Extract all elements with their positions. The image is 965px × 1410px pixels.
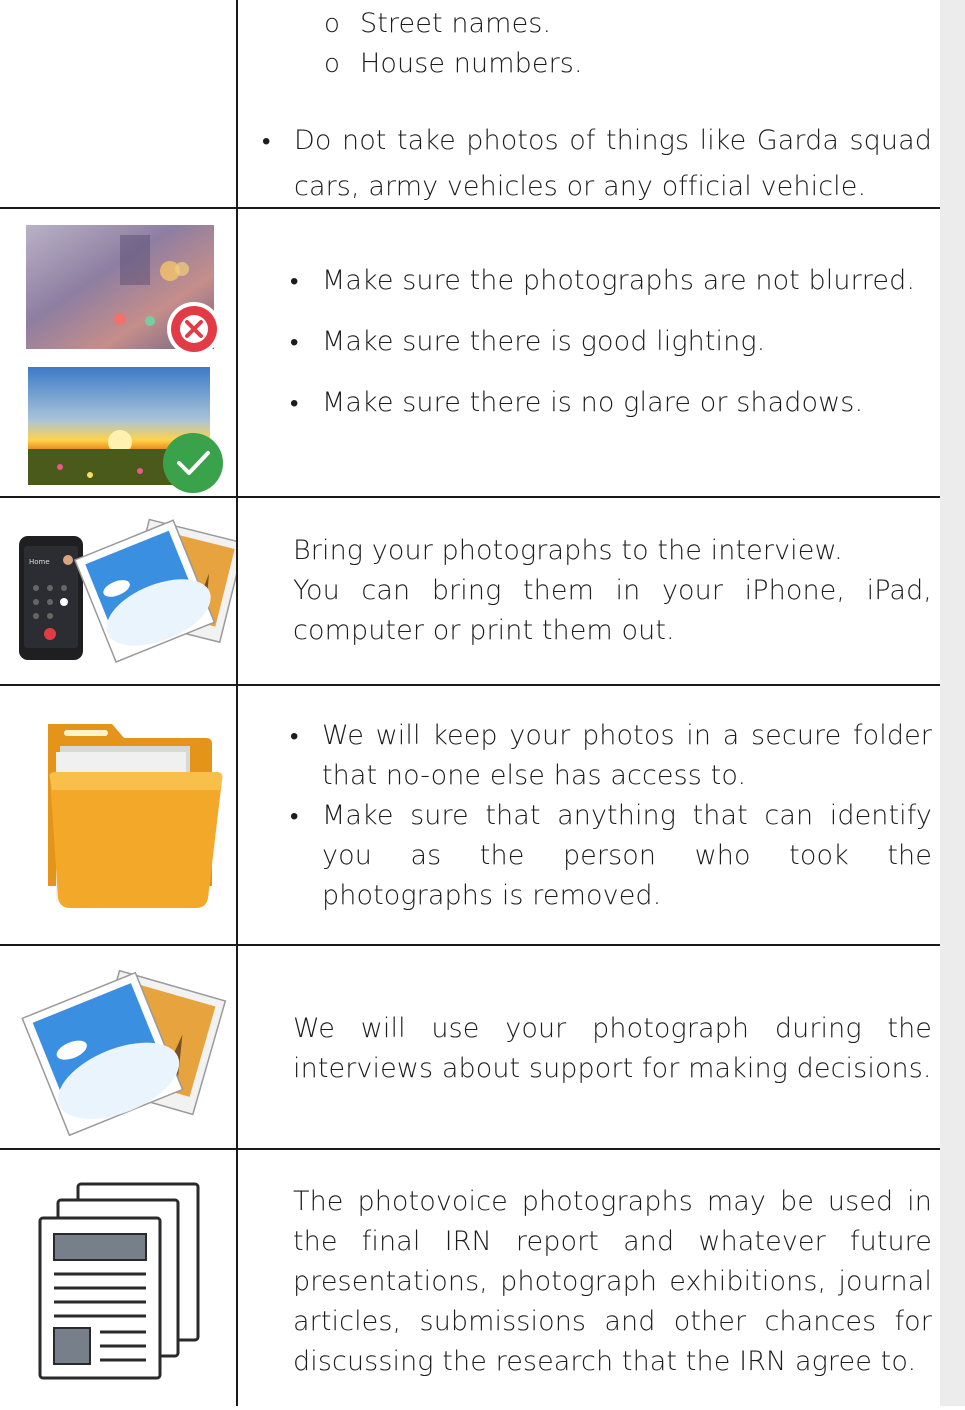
paragraph: The photovoice photographs may be used i… [293, 1186, 932, 1377]
paragraph-line: Bring your photographs to the interview. [293, 535, 843, 566]
row-icons [0, 1150, 236, 1406]
sub-list: Street names. House numbers. [260, 4, 932, 84]
row-text: The photovoice photographs may be used i… [293, 1182, 932, 1382]
phone-icon: Home [19, 536, 83, 660]
table-row: Street names. House numbers. Do not take… [0, 0, 940, 209]
list-item: Make sure there is no glare or shadows. [288, 383, 932, 423]
documents-icon [38, 1182, 200, 1380]
photos-stack-icon [73, 518, 246, 663]
list-item: Do not take photos of things like Garda … [260, 118, 932, 210]
paragraph: We will use your photograph during the i… [293, 1013, 932, 1084]
column-divider [236, 0, 238, 1406]
check-badge-icon [163, 433, 223, 493]
row-icons: Home [0, 498, 246, 684]
photo-quality-icons [26, 225, 223, 493]
row-text: Make sure the photographs are not blurre… [260, 261, 932, 423]
row-text: We will use your photograph during the i… [293, 1009, 932, 1089]
bullet-list: Do not take photos of things like Garda … [260, 118, 932, 210]
folder-icon [48, 724, 223, 908]
list-item: We will keep your photos in a secure fol… [288, 716, 932, 796]
table-row: We will keep your photos in a secure fol… [0, 686, 940, 946]
svg-text:Home: Home [29, 558, 50, 566]
row-icons [0, 946, 236, 1148]
row-icons [0, 686, 236, 944]
table-row: Make sure the photographs are not blurre… [0, 209, 940, 498]
list-item: House numbers. [260, 44, 932, 84]
list-item: Make sure that anything that can identif… [288, 796, 932, 916]
paragraph: You can bring them in your iPhone, iPad,… [293, 575, 932, 646]
table-row: We will use your photograph during the i… [0, 946, 940, 1150]
list-item: Make sure there is good lighting. [288, 322, 932, 362]
row-text: Bring your photographs to the interview.… [293, 531, 932, 651]
list-item: Make sure the photographs are not blurre… [288, 261, 932, 301]
list-item: Street names. [260, 4, 932, 44]
table-row: The photovoice photographs may be used i… [0, 1150, 940, 1406]
page-margin-strip [940, 0, 965, 1406]
phone-and-photos-icons: Home [19, 518, 246, 663]
bullet-list: We will keep your photos in a secure fol… [288, 716, 932, 916]
row-text: Street names. House numbers. Do not take… [260, 4, 932, 210]
bullet-list: Make sure the photographs are not blurre… [288, 261, 932, 423]
row-text: We will keep your photos in a secure fol… [260, 716, 932, 916]
row-icons [0, 209, 236, 496]
photovoice-table: Street names. House numbers. Do not take… [0, 0, 940, 1406]
cross-badge-icon [167, 302, 221, 356]
photos-stack-icon [21, 969, 227, 1137]
table-row: Home Bring your photographs to the inter… [0, 498, 940, 686]
